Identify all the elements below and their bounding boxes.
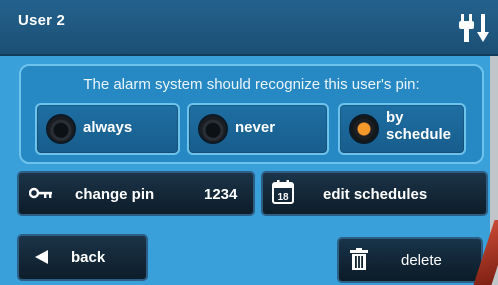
back-arrow-icon bbox=[35, 250, 48, 264]
option-label-line1: by bbox=[386, 109, 404, 126]
option-by-schedule[interactable]: by schedule bbox=[338, 103, 466, 155]
calendar-day: 18 bbox=[277, 192, 289, 203]
radio-indicator bbox=[46, 114, 76, 144]
pin-value: 1234 bbox=[204, 186, 238, 203]
page-title: User 2 bbox=[18, 12, 66, 29]
delete-button[interactable]: delete bbox=[337, 237, 483, 283]
back-label: back bbox=[71, 249, 106, 266]
option-never[interactable]: never bbox=[187, 103, 329, 155]
delete-label: delete bbox=[401, 252, 442, 269]
app-screen: User 2 The alarm system should recognize… bbox=[0, 0, 498, 285]
option-always[interactable]: always bbox=[35, 103, 180, 155]
plug-icon bbox=[459, 14, 489, 42]
key-icon bbox=[29, 187, 52, 199]
option-label: always bbox=[83, 119, 133, 136]
option-label: never bbox=[235, 119, 276, 136]
back-button[interactable]: back bbox=[17, 234, 148, 281]
option-label-line2: schedule bbox=[386, 126, 452, 143]
change-pin-label: change pin bbox=[75, 186, 155, 203]
change-pin-button[interactable]: change pin 1234 bbox=[17, 171, 255, 216]
calendar-icon: 18 bbox=[272, 180, 294, 204]
trash-icon bbox=[350, 248, 368, 270]
edit-schedules-button[interactable]: 18 edit schedules bbox=[261, 171, 488, 216]
radio-indicator bbox=[198, 114, 228, 144]
title-bar: User 2 bbox=[0, 0, 498, 56]
pin-recognition-panel: The alarm system should recognize this u… bbox=[19, 64, 484, 164]
pin-recognition-prompt: The alarm system should recognize this u… bbox=[83, 76, 420, 93]
radio-selected-indicator bbox=[349, 114, 379, 144]
edit-schedules-label: edit schedules bbox=[323, 186, 428, 203]
option-label: by schedule bbox=[386, 109, 451, 143]
